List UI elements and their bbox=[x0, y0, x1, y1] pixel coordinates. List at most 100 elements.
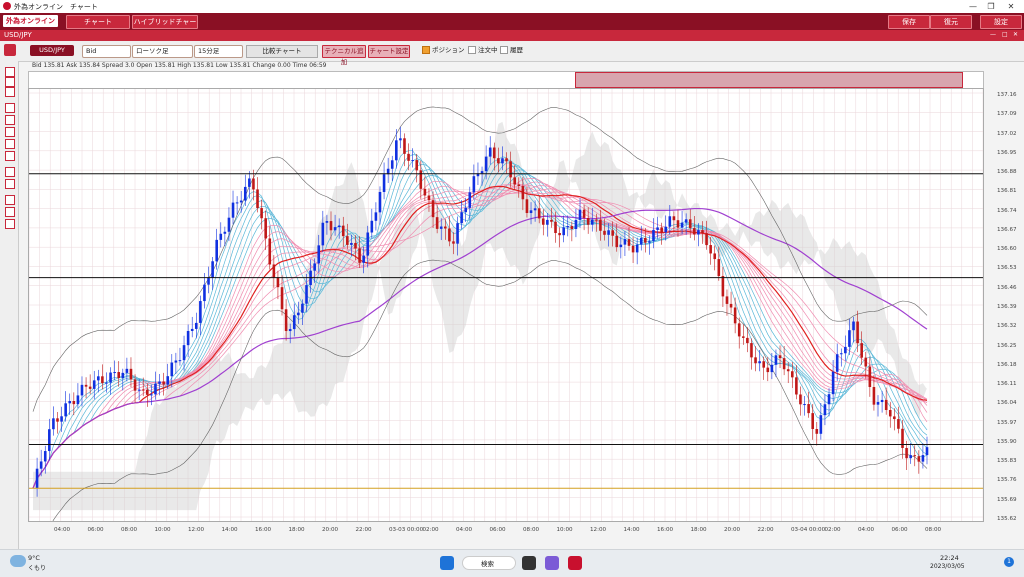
gaitame-app-icon[interactable] bbox=[568, 556, 582, 570]
text-tool-icon[interactable] bbox=[5, 167, 15, 177]
restore-button[interactable]: 復元 bbox=[930, 15, 972, 29]
hybrid-chart-button[interactable]: ハイブリッドチャート bbox=[132, 15, 198, 38]
time-tick-label: 22:00 bbox=[355, 527, 372, 533]
candle-body bbox=[815, 429, 819, 434]
price-chart[interactable] bbox=[28, 88, 984, 522]
line-tool-icon[interactable] bbox=[5, 115, 15, 125]
price-type-select[interactable]: Bid bbox=[82, 45, 131, 58]
candle-body bbox=[615, 235, 619, 248]
taskview-icon[interactable] bbox=[522, 556, 536, 570]
candle-body bbox=[521, 186, 525, 200]
history-checkbox-icon bbox=[500, 46, 508, 54]
zoom-tool-icon[interactable] bbox=[5, 77, 15, 87]
price-tick-label: 137.16 bbox=[997, 92, 1017, 98]
trendline-tool-icon[interactable] bbox=[5, 103, 15, 113]
candle-body bbox=[448, 228, 451, 242]
maximize-button[interactable]: ❐ bbox=[984, 1, 998, 12]
candle-body bbox=[644, 237, 647, 243]
time-tick-label: 02:00 bbox=[422, 527, 439, 533]
chart-settings-button[interactable]: チャート設定 bbox=[368, 45, 410, 58]
history-toggle[interactable]: 履歴 bbox=[500, 45, 523, 56]
time-tick-label: 03-03 00:00 bbox=[389, 527, 424, 533]
price-tick-label: 136.74 bbox=[997, 207, 1017, 214]
fib-tool-icon[interactable] bbox=[5, 151, 15, 161]
price-tick-label: 136.39 bbox=[997, 304, 1017, 310]
toolbar-menu-icon[interactable] bbox=[4, 44, 16, 56]
settings-button[interactable]: 設定 bbox=[980, 15, 1022, 29]
close-button[interactable]: ✕ bbox=[1004, 1, 1018, 12]
candle-body bbox=[603, 230, 606, 235]
start-icon[interactable] bbox=[440, 556, 454, 570]
chart-type-select[interactable]: ローソク足 bbox=[132, 45, 193, 58]
navigator-selection[interactable] bbox=[575, 72, 963, 88]
candle-body bbox=[590, 219, 594, 225]
save-button[interactable]: 保存 bbox=[888, 15, 930, 29]
candle-body bbox=[733, 307, 737, 324]
candle-body bbox=[52, 418, 55, 430]
candle-body bbox=[680, 222, 684, 228]
list-tool-icon[interactable] bbox=[5, 219, 15, 229]
candle-body bbox=[346, 236, 349, 245]
price-tick-label: 136.46 bbox=[997, 284, 1017, 291]
clock-date: 2023/03/05 bbox=[930, 563, 965, 570]
candle-body bbox=[872, 387, 876, 405]
delete-all-tool-icon[interactable] bbox=[5, 207, 15, 217]
time-tick-label: 10:00 bbox=[556, 527, 573, 533]
candle-body bbox=[464, 207, 468, 213]
position-toggle[interactable]: ポジション bbox=[422, 45, 465, 56]
timeframe-select[interactable]: 15分足 bbox=[194, 45, 243, 58]
pointer-tool-icon[interactable] bbox=[5, 67, 15, 77]
chart-menu-button[interactable]: チャート bbox=[66, 15, 130, 29]
channel-tool-icon[interactable] bbox=[5, 139, 15, 149]
candle-body bbox=[844, 346, 847, 354]
candle-body bbox=[141, 389, 145, 391]
delete-tool-icon[interactable] bbox=[5, 195, 15, 205]
time-tick-label: 12:00 bbox=[590, 527, 607, 533]
candle-body bbox=[341, 225, 345, 237]
candle-body bbox=[860, 343, 863, 358]
hline-tool-icon[interactable] bbox=[5, 127, 15, 137]
candle-body bbox=[158, 381, 161, 384]
candle-body bbox=[656, 227, 659, 230]
candle-body bbox=[558, 233, 561, 236]
minimize-button[interactable]: — bbox=[966, 1, 980, 12]
price-tick-label: 135.76 bbox=[997, 477, 1017, 484]
candle-body bbox=[284, 309, 288, 332]
chart-minimize-button[interactable]: — bbox=[990, 31, 996, 38]
chart-close-button[interactable]: ✕ bbox=[1013, 31, 1018, 38]
candle-body bbox=[399, 138, 402, 141]
candle-body bbox=[435, 217, 439, 229]
candle-body bbox=[170, 362, 174, 377]
taskbar-search[interactable]: 検索 bbox=[462, 556, 516, 570]
shape-tool-icon[interactable] bbox=[5, 179, 15, 189]
weather-icon[interactable] bbox=[10, 555, 26, 567]
candle-body bbox=[913, 455, 917, 457]
candle-body bbox=[105, 382, 108, 384]
candle-body bbox=[582, 209, 586, 218]
candle-body bbox=[207, 277, 210, 285]
candle-body bbox=[880, 399, 884, 403]
candle-body bbox=[660, 227, 663, 233]
chart-maximize-button[interactable]: □ bbox=[1002, 31, 1008, 38]
time-tick-label: 18:00 bbox=[690, 527, 707, 533]
orders-toggle[interactable]: 注文中 bbox=[468, 45, 498, 56]
candle-body bbox=[215, 239, 218, 262]
candle-body bbox=[272, 264, 276, 278]
candle-body bbox=[762, 361, 766, 368]
notification-badge[interactable]: 1 bbox=[1004, 557, 1014, 567]
chat-icon[interactable] bbox=[545, 556, 559, 570]
compare-chart-button[interactable]: 比較チャート bbox=[246, 45, 318, 58]
candle-body bbox=[64, 403, 67, 417]
candle-body bbox=[109, 372, 112, 383]
price-tick-label: 135.62 bbox=[997, 516, 1017, 522]
candle-body bbox=[337, 225, 341, 228]
price-tick-label: 137.09 bbox=[997, 111, 1017, 118]
position-checkbox-icon bbox=[422, 46, 430, 54]
candle-body bbox=[313, 263, 316, 271]
candle-body bbox=[811, 413, 814, 430]
pair-selector[interactable]: USD/JPY bbox=[30, 45, 74, 56]
time-tick-label: 04:00 bbox=[54, 527, 71, 533]
scroll-tool-icon[interactable] bbox=[5, 87, 15, 97]
candle-body bbox=[395, 140, 398, 161]
add-technical-button[interactable]: テクニカル追加 bbox=[322, 45, 366, 66]
